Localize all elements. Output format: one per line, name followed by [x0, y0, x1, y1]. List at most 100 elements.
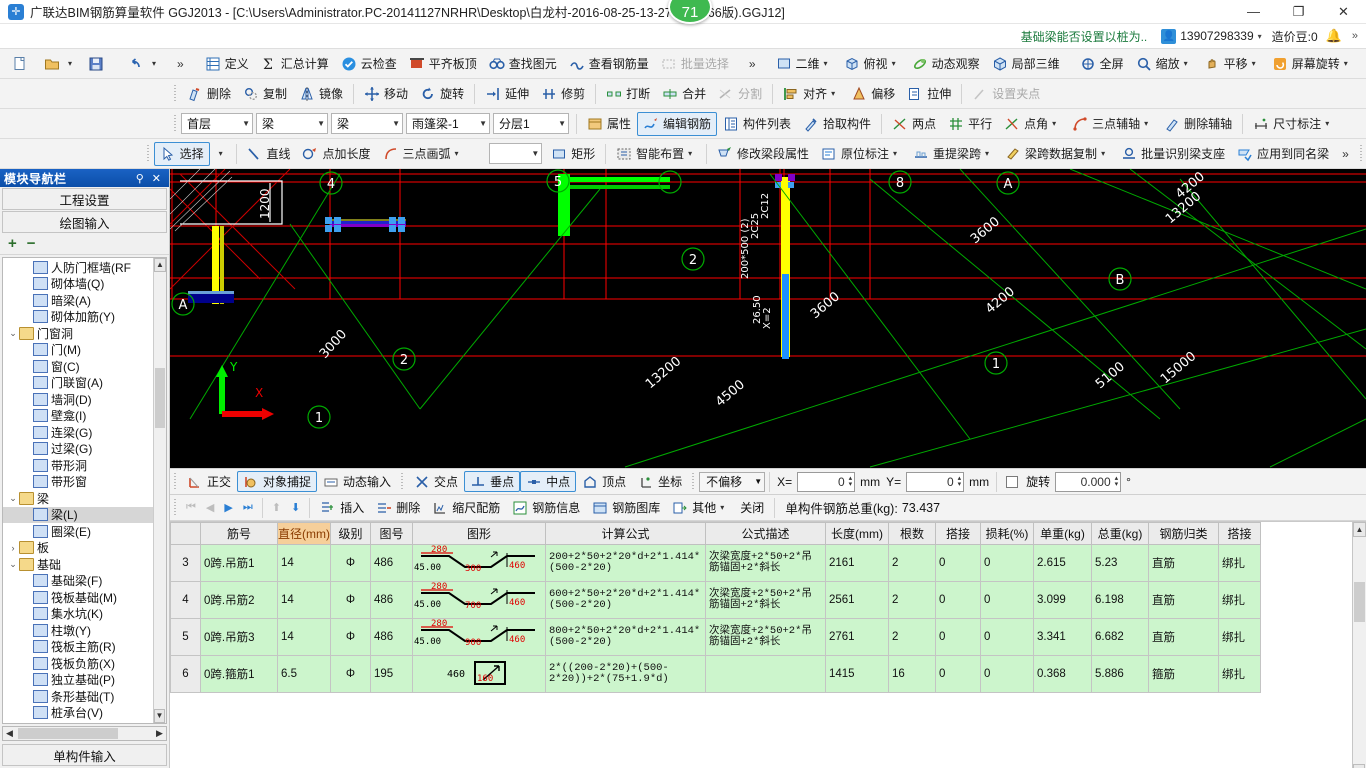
- collapse-arrow-icon[interactable]: ⌄: [7, 493, 19, 504]
- close-icon[interactable]: ✕: [148, 172, 165, 185]
- toolbar-grip[interactable]: [173, 84, 178, 103]
- tree-item[interactable]: 连梁(G): [3, 424, 166, 441]
- rebar-info-button[interactable]: 钢筋信息: [506, 497, 586, 519]
- column-header[interactable]: 计算公式: [545, 522, 706, 545]
- column-header[interactable]: 图形: [412, 522, 546, 545]
- extend-button[interactable]: 延伸: [479, 82, 535, 106]
- scroll-down-icon[interactable]: ▼: [154, 709, 165, 723]
- tree-item[interactable]: 人防门框墙(RF: [3, 259, 166, 276]
- prev-record-icon[interactable]: ◀: [201, 501, 219, 514]
- rebar-diameter[interactable]: 14: [277, 581, 331, 619]
- first-record-icon[interactable]: ⏮: [181, 501, 201, 514]
- merge-button[interactable]: 合并: [656, 82, 712, 106]
- rebar-category[interactable]: 直筋: [1148, 544, 1219, 582]
- rotate-checkbox[interactable]: [1006, 475, 1019, 488]
- chevron-down-icon[interactable]: ▾: [981, 149, 993, 158]
- chevron-down-icon[interactable]: ▾: [684, 149, 696, 158]
- tree-item[interactable]: 条形基础(T): [3, 688, 166, 705]
- rebar-diameter[interactable]: 14: [277, 544, 331, 582]
- rebar-length[interactable]: 2561: [825, 581, 889, 619]
- offset-button[interactable]: 偏移: [845, 82, 901, 106]
- rebar-table-wrapper[interactable]: 筋号 直径(mm) 级别 图号 图形 计算公式 公式描述 长度(mm) 根数 搭接 损耗(%) 单重(…: [170, 521, 1366, 768]
- rebar-grade[interactable]: Φ: [330, 544, 371, 582]
- midpoint-snap-button[interactable]: 中点: [520, 471, 577, 492]
- stretch-button[interactable]: 拉伸: [901, 82, 957, 106]
- fullscreen-button[interactable]: 全屏: [1074, 52, 1130, 76]
- move-down-icon[interactable]: ⬇: [286, 501, 305, 514]
- find-element-button[interactable]: 查找图元: [483, 52, 563, 76]
- tree-horizontal-scrollbar[interactable]: ◀ ▶: [2, 726, 167, 741]
- formula-description[interactable]: 次梁宽度+2*50+2*吊筋锚固+2*斜长: [705, 544, 826, 582]
- in-situ-label-button[interactable]: 原位标注 ▾: [815, 142, 907, 166]
- rebar-shape[interactable]: 280 45.00 900 460: [412, 618, 546, 656]
- rebar-table[interactable]: 筋号 直径(mm) 级别 图号 图形 计算公式 公式描述 长度(mm) 根数 搭接 损耗(%) 单重(…: [170, 522, 1261, 693]
- tree-item[interactable]: 过梁(G): [3, 441, 166, 458]
- tree-vertical-scrollbar[interactable]: ▲ ▼: [153, 258, 166, 723]
- rebar-count[interactable]: 16: [888, 655, 936, 693]
- edit-beam-prop-button[interactable]: 修改梁段属性: [711, 142, 815, 166]
- ortho-button[interactable]: 正交: [181, 471, 237, 492]
- toolbar-grip[interactable]: [173, 498, 178, 517]
- chevron-down-icon[interactable]: ▾: [1248, 59, 1260, 68]
- row-index[interactable]: 6: [170, 655, 201, 693]
- mirror-button[interactable]: 镜像: [293, 82, 349, 106]
- insert-row-button[interactable]: 插入: [314, 497, 370, 519]
- apply-same-beam-button[interactable]: 应用到同名梁: [1231, 142, 1335, 166]
- rotate-input[interactable]: 0.000 ▴ ▾: [1055, 471, 1122, 492]
- quick-overflow-icon[interactable]: »: [170, 57, 191, 71]
- sidebar-button-project-settings[interactable]: 工程设置: [2, 188, 167, 210]
- select-tool-dropdown[interactable]: ▾: [210, 142, 232, 166]
- expand-arrow-icon[interactable]: ›: [7, 543, 19, 553]
- tree-item[interactable]: 带形窗: [3, 474, 166, 491]
- table-row[interactable]: 5 0跨.吊筋3 14 Φ 486 280 45.00 900 460 800+2*50+2*20…: [170, 618, 1261, 656]
- tree-item[interactable]: 砌体墙(Q): [3, 276, 166, 293]
- component-list-button[interactable]: 构件列表: [717, 112, 797, 136]
- pick-component-button[interactable]: 拾取构件: [797, 112, 877, 136]
- column-header[interactable]: 钢筋归类: [1148, 522, 1219, 545]
- bean-balance[interactable]: 造价豆:0: [1272, 28, 1318, 45]
- view-2d-button[interactable]: 二维 ▾: [770, 52, 838, 76]
- minimize-button[interactable]: —: [1231, 0, 1276, 24]
- table-vertical-scrollbar[interactable]: ▲ ▼: [1352, 522, 1366, 768]
- rebar-diameter[interactable]: 14: [277, 618, 331, 656]
- total-weight[interactable]: 5.886: [1091, 655, 1149, 693]
- lap-type[interactable]: 绑扎: [1218, 618, 1261, 656]
- tree-item[interactable]: ⌄ 梁: [3, 490, 166, 507]
- column-header[interactable]: 总重(kg): [1091, 522, 1149, 545]
- tree-item[interactable]: 筏板主筋(R): [3, 639, 166, 656]
- parallel-button[interactable]: 平行: [942, 112, 998, 136]
- collapse-arrow-icon[interactable]: ⌄: [7, 559, 19, 570]
- category-select[interactable]: 梁 ▼: [256, 113, 328, 134]
- chevron-down-icon[interactable]: ▾: [1048, 119, 1060, 128]
- column-header[interactable]: 搭接: [1218, 522, 1261, 545]
- rebar-count[interactable]: 2: [888, 544, 936, 582]
- rebar-pic-no[interactable]: 486: [370, 544, 413, 582]
- align-button[interactable]: 对齐 ▾: [777, 82, 845, 106]
- pin-icon[interactable]: ⚲: [132, 172, 148, 185]
- tree-item[interactable]: ⌄ 门窗洞: [3, 325, 166, 342]
- cloud-check-button[interactable]: 云检查: [335, 52, 403, 76]
- select-tool-button[interactable]: 选择: [153, 141, 210, 166]
- open-button[interactable]: ▾: [38, 52, 82, 76]
- rebar-lap[interactable]: 0: [935, 655, 981, 693]
- split-button[interactable]: 分割: [712, 82, 768, 106]
- scroll-right-icon[interactable]: ▶: [153, 728, 166, 739]
- tree-item[interactable]: 筏板负筋(X): [3, 655, 166, 672]
- toolbar-grip[interactable]: [146, 144, 151, 163]
- rebar-loss[interactable]: 0: [980, 655, 1034, 693]
- tree-item[interactable]: 暗梁(A): [3, 292, 166, 309]
- chevron-down-icon[interactable]: ▾: [148, 59, 160, 68]
- component-tree[interactable]: 人防门框墙(RF 砌体墙(Q) 暗梁(A) 砌体加筋(Y) ⌄ 门窗洞 门(M) 窗(C) 门联…: [2, 257, 167, 724]
- column-header[interactable]: 图号: [370, 522, 413, 545]
- scroll-up-icon[interactable]: ▲: [154, 258, 166, 272]
- summary-calc-button[interactable]: Σ 汇总计算: [255, 52, 335, 76]
- set-grip-button[interactable]: 设置夹点: [966, 82, 1046, 106]
- pan-button[interactable]: 平移 ▾: [1198, 52, 1266, 76]
- scroll-thumb[interactable]: [18, 728, 118, 739]
- account-overflow-icon[interactable]: »: [1352, 30, 1358, 42]
- tree-item[interactable]: 柱墩(Y): [3, 622, 166, 639]
- chevron-down-icon[interactable]: ▾: [64, 59, 76, 68]
- delete-row-button[interactable]: 删除: [370, 497, 426, 519]
- rebar-lap[interactable]: 0: [935, 618, 981, 656]
- component-select[interactable]: 雨篷梁-1 ▼: [406, 113, 490, 134]
